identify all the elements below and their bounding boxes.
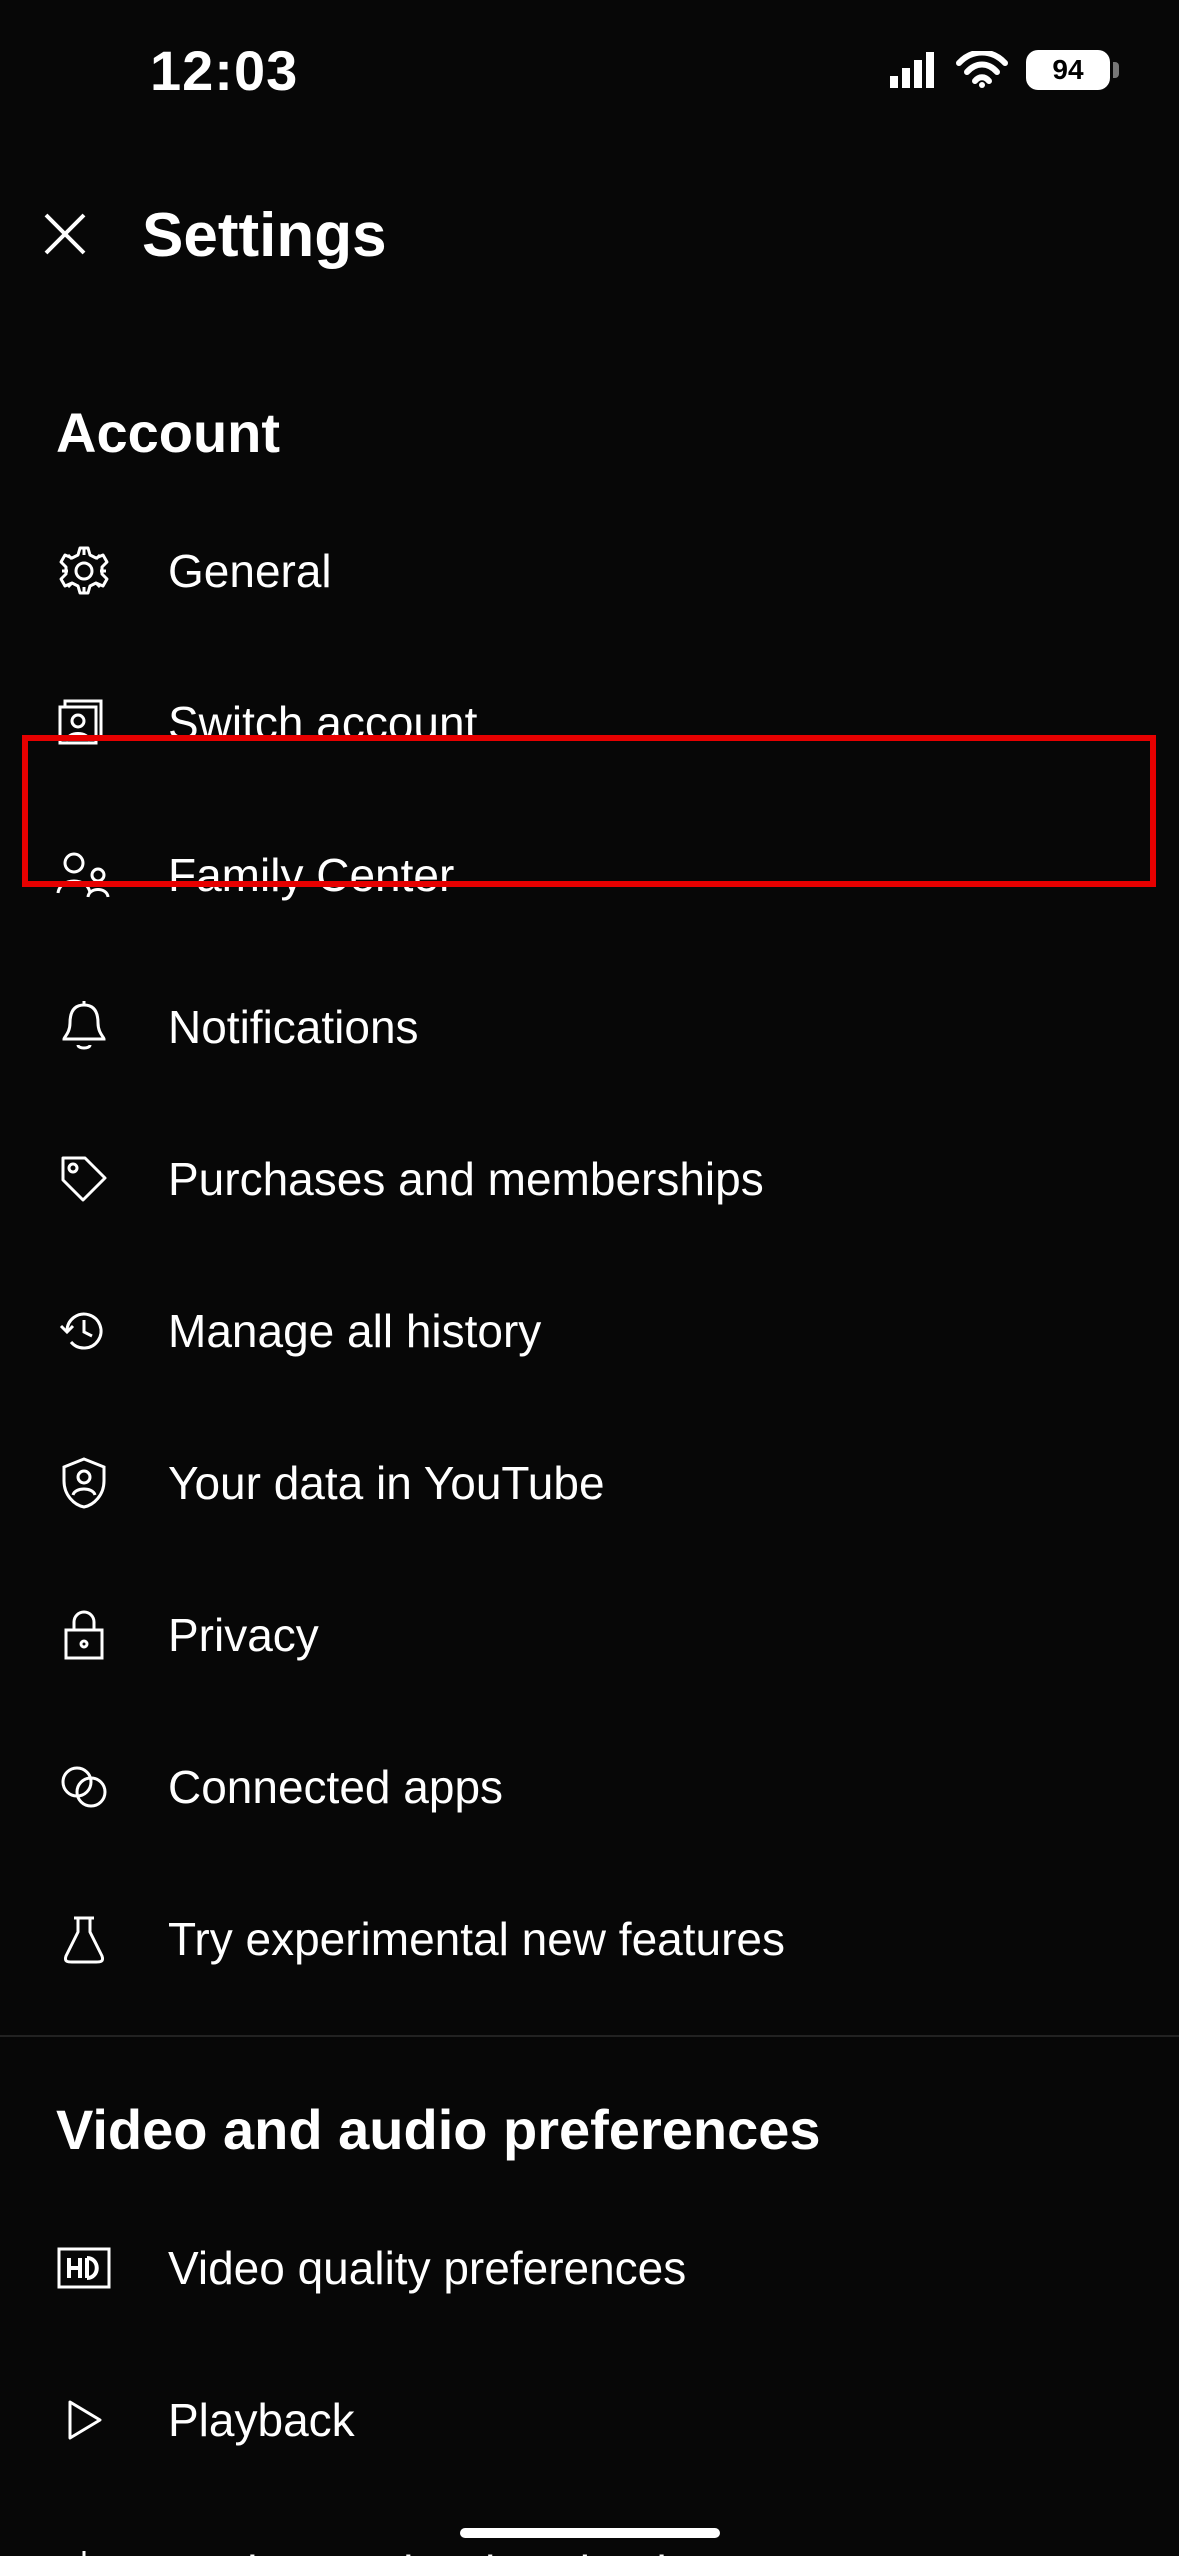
row-label: Purchases and memberships: [168, 1152, 764, 1206]
row-label: Video quality preferences: [168, 2241, 686, 2295]
row-video-quality[interactable]: Video quality preferences: [0, 2192, 1179, 2344]
status-time: 12:03: [150, 38, 298, 103]
row-privacy[interactable]: Privacy: [0, 1559, 1179, 1711]
section-title-account: Account: [0, 360, 1179, 495]
row-label: Manage all history: [168, 1304, 541, 1358]
close-icon: [40, 209, 90, 262]
section-divider: [0, 2035, 1179, 2037]
row-label: Try experimental new features: [168, 1912, 785, 1966]
row-family-center[interactable]: Family Center: [0, 799, 1179, 951]
history-icon: [56, 1303, 112, 1359]
cellular-signal-icon: [890, 52, 938, 88]
row-experimental[interactable]: Try experimental new features: [0, 1863, 1179, 2015]
flask-icon: [56, 1911, 112, 1967]
battery-percent: 94: [1026, 50, 1110, 90]
connected-apps-icon: [56, 1759, 112, 1815]
row-label: Family Center: [168, 848, 454, 902]
row-connected-apps[interactable]: Connected apps: [0, 1711, 1179, 1863]
family-icon: [56, 847, 112, 903]
battery-icon: 94: [1026, 50, 1119, 90]
row-your-data[interactable]: Your data in YouTube: [0, 1407, 1179, 1559]
hd-icon: [56, 2240, 112, 2296]
row-label: Switch account: [168, 696, 477, 750]
status-bar: 12:03 94: [0, 0, 1179, 140]
row-general[interactable]: General: [0, 495, 1179, 647]
row-history[interactable]: Manage all history: [0, 1255, 1179, 1407]
section-title-video-audio: Video and audio preferences: [0, 2057, 1179, 2192]
row-purchases[interactable]: Purchases and memberships: [0, 1103, 1179, 1255]
gear-icon: [56, 543, 112, 599]
page-header: Settings: [0, 200, 1179, 271]
play-icon: [56, 2392, 112, 2448]
tag-icon: [56, 1151, 112, 1207]
bell-icon: [56, 999, 112, 1055]
row-label: Background & downloads: [168, 2545, 690, 2556]
home-indicator[interactable]: [460, 2528, 720, 2538]
lock-icon: [56, 1607, 112, 1663]
download-icon: [56, 2544, 112, 2556]
row-playback[interactable]: Playback: [0, 2344, 1179, 2496]
page-title: Settings: [142, 200, 387, 271]
close-button[interactable]: [38, 209, 92, 263]
settings-scroll-area[interactable]: Account General: [0, 360, 1179, 2556]
status-right: 94: [890, 50, 1119, 90]
row-label: Your data in YouTube: [168, 1456, 605, 1510]
row-label: General: [168, 544, 332, 598]
shield-user-icon: [56, 1455, 112, 1511]
row-background-downloads[interactable]: Background & downloads: [0, 2496, 1179, 2556]
row-switch-account[interactable]: Switch account: [0, 647, 1179, 799]
row-label: Privacy: [168, 1608, 319, 1662]
row-label: Connected apps: [168, 1760, 503, 1814]
row-notifications[interactable]: Notifications: [0, 951, 1179, 1103]
wifi-icon: [956, 51, 1008, 89]
row-label: Notifications: [168, 1000, 419, 1054]
row-label: Playback: [168, 2393, 355, 2447]
switch-account-icon: [56, 695, 112, 751]
